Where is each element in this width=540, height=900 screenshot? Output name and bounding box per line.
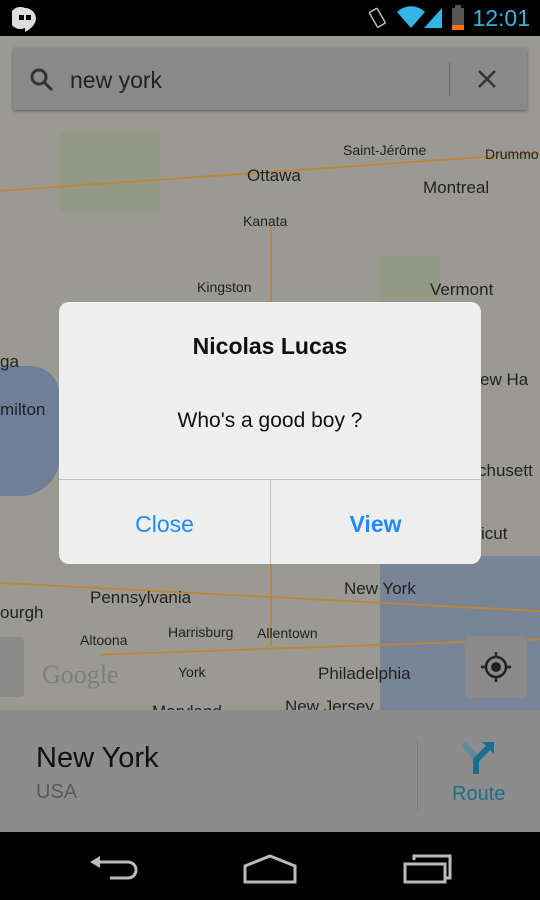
map-label: Allentown bbox=[257, 625, 318, 641]
map-label: New York bbox=[344, 579, 416, 598]
map-label: Saint-Jérôme bbox=[343, 142, 427, 158]
dialog-title: Nicolas Lucas bbox=[192, 333, 348, 359]
close-button[interactable]: Close bbox=[59, 480, 270, 564]
map-label: icut bbox=[481, 524, 508, 543]
my-location-button[interactable] bbox=[465, 636, 527, 698]
search-bar[interactable]: new york bbox=[13, 48, 527, 110]
place-card[interactable]: New York USA Route bbox=[0, 710, 540, 832]
dialog-message: Who's a good boy ? bbox=[177, 409, 363, 432]
map-label: chusett bbox=[478, 461, 533, 480]
alert-dialog: Nicolas Lucas Who's a good boy ? Close V… bbox=[59, 302, 481, 564]
menu-button[interactable] bbox=[0, 637, 24, 697]
divider bbox=[417, 740, 418, 810]
search-input[interactable]: new york bbox=[70, 67, 162, 94]
map-label: Philadelphia bbox=[318, 664, 411, 683]
map-label: Kanata bbox=[243, 213, 288, 229]
vibrate-icon bbox=[368, 7, 386, 28]
map-label: Ottawa bbox=[247, 166, 301, 185]
map-label: Vermont bbox=[430, 280, 494, 299]
status-bar: 12:01 bbox=[0, 0, 540, 36]
place-name: New York bbox=[36, 742, 159, 774]
map-label: Drummo bbox=[485, 146, 539, 162]
map-label: ew Ha bbox=[480, 370, 529, 389]
my-location-icon bbox=[481, 652, 511, 682]
wifi-icon bbox=[397, 6, 425, 29]
map-label: Harrisburg bbox=[168, 624, 234, 640]
place-country: USA bbox=[36, 781, 78, 803]
navigation-bar bbox=[0, 832, 540, 900]
signal-icon bbox=[424, 8, 442, 28]
map-label: Montreal bbox=[423, 178, 490, 197]
search-icon bbox=[30, 68, 54, 92]
google-watermark: Google bbox=[42, 660, 119, 689]
route-button[interactable]: Route bbox=[452, 783, 505, 806]
map-label: ga bbox=[0, 352, 19, 371]
map-label: milton bbox=[0, 400, 46, 419]
recents-icon[interactable] bbox=[402, 854, 454, 884]
route-icon[interactable] bbox=[460, 740, 496, 776]
home-icon[interactable] bbox=[243, 854, 297, 884]
clock: 12:01 bbox=[472, 5, 530, 31]
view-button[interactable]: View bbox=[270, 480, 481, 564]
battery-low-icon bbox=[452, 5, 464, 30]
map-label: Kingston bbox=[197, 279, 252, 295]
map-label: ourgh bbox=[0, 603, 44, 622]
hangouts-icon bbox=[12, 7, 36, 32]
map-label: Pennsylvania bbox=[90, 588, 192, 607]
map-label: Altoona bbox=[80, 632, 128, 648]
map-label: York bbox=[178, 664, 206, 680]
clear-icon[interactable] bbox=[478, 70, 496, 88]
back-icon[interactable] bbox=[88, 854, 138, 884]
divider bbox=[449, 62, 450, 96]
